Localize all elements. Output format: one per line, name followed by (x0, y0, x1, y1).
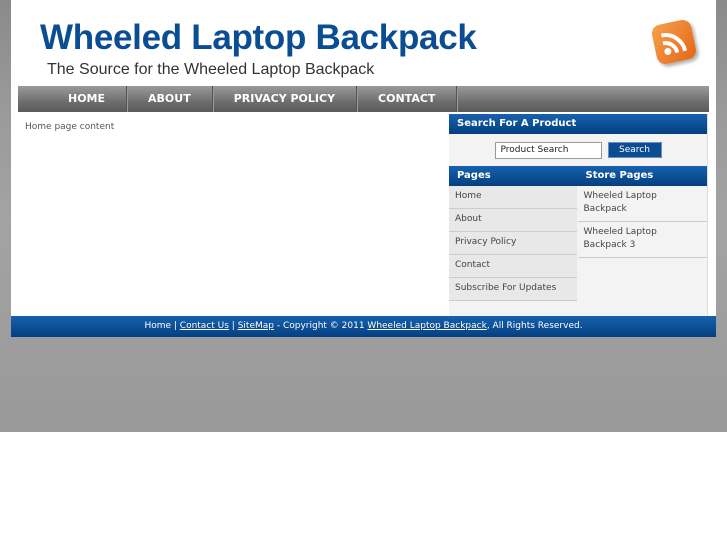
sidebar: Search For A Product Search Pages Home A… (449, 114, 708, 316)
search-form: Search (449, 134, 707, 166)
rights: , All Rights Reserved. (486, 321, 583, 331)
nav-privacy-policy[interactable]: PRIVACY POLICY (213, 86, 358, 112)
rss-icon[interactable] (650, 18, 698, 66)
search-heading: Search For A Product (449, 114, 707, 134)
footer-sitemap-link[interactable]: SiteMap (238, 321, 274, 331)
page-link-contact[interactable]: Contact (449, 255, 577, 278)
copyright: - Copyright © 2011 (273, 321, 368, 331)
footer-site-link[interactable]: Wheeled Laptop Backpack (367, 321, 486, 331)
search-input[interactable] (494, 141, 602, 159)
page-container: Wheeled Laptop Backpack The Source for t… (11, 0, 716, 337)
separator: | (171, 321, 180, 331)
footer-contact-link[interactable]: Contact Us (180, 321, 229, 331)
pages-heading: Pages (449, 166, 578, 186)
store-pages-column: Store Pages Wheeled Laptop Backpack Whee… (577, 166, 707, 301)
main-nav: HOME ABOUT PRIVACY POLICY CONTACT (18, 86, 709, 112)
search-button[interactable]: Search (607, 142, 662, 158)
store-link[interactable]: Wheeled Laptop Backpack 3 (577, 222, 707, 258)
store-pages-heading: Store Pages (577, 166, 707, 186)
page-link-subscribe[interactable]: Subscribe For Updates (449, 278, 577, 301)
store-link[interactable]: Wheeled Laptop Backpack (577, 186, 707, 222)
nav-contact[interactable]: CONTACT (357, 86, 458, 112)
site-tagline: The Source for the Wheeled Laptop Backpa… (47, 61, 375, 78)
page-link-privacy-policy[interactable]: Privacy Policy (449, 232, 577, 255)
page-link-home[interactable]: Home (449, 186, 577, 209)
page-link-about[interactable]: About (449, 209, 577, 232)
nav-home[interactable]: HOME (48, 86, 128, 112)
footer: Home | Contact Us | SiteMap - Copyright … (11, 316, 716, 337)
pages-column: Pages Home About Privacy Policy Contact … (449, 166, 578, 301)
separator: | (228, 321, 238, 331)
main-content: Home page content (25, 122, 115, 132)
nav-about[interactable]: ABOUT (127, 86, 213, 112)
footer-home[interactable]: Home (144, 321, 171, 331)
site-title[interactable]: Wheeled Laptop Backpack (40, 18, 477, 58)
